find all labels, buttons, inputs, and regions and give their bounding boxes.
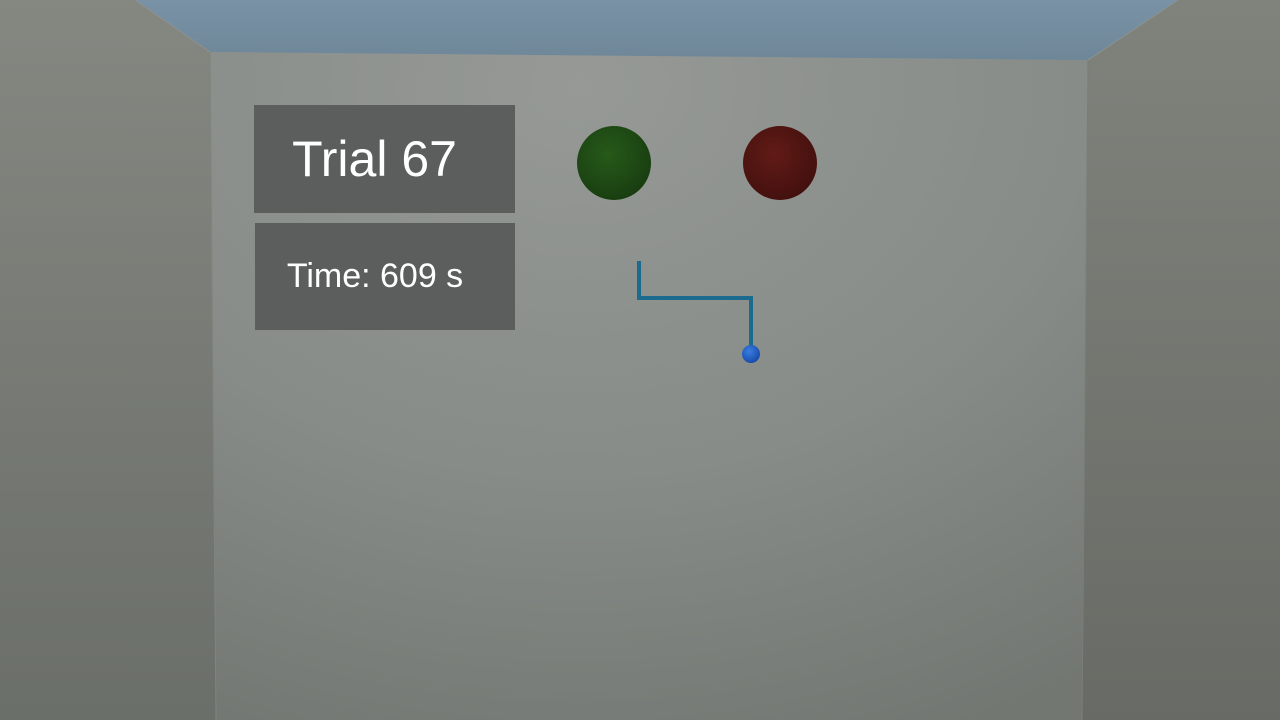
trial-label: Trial 67	[292, 131, 457, 187]
trial-panel: Trial 67	[254, 105, 515, 213]
time-panel: Time: 609 s	[255, 223, 515, 330]
green-target	[577, 126, 651, 200]
time-label: Time: 609 s	[286, 257, 464, 295]
room-background	[0, 0, 1280, 720]
cursor-ball	[742, 345, 760, 363]
left-wall	[0, 0, 216, 720]
right-wall	[1082, 0, 1280, 720]
red-target	[743, 126, 817, 200]
game-scene: Trial 67 Time: 609 s	[0, 0, 1280, 720]
